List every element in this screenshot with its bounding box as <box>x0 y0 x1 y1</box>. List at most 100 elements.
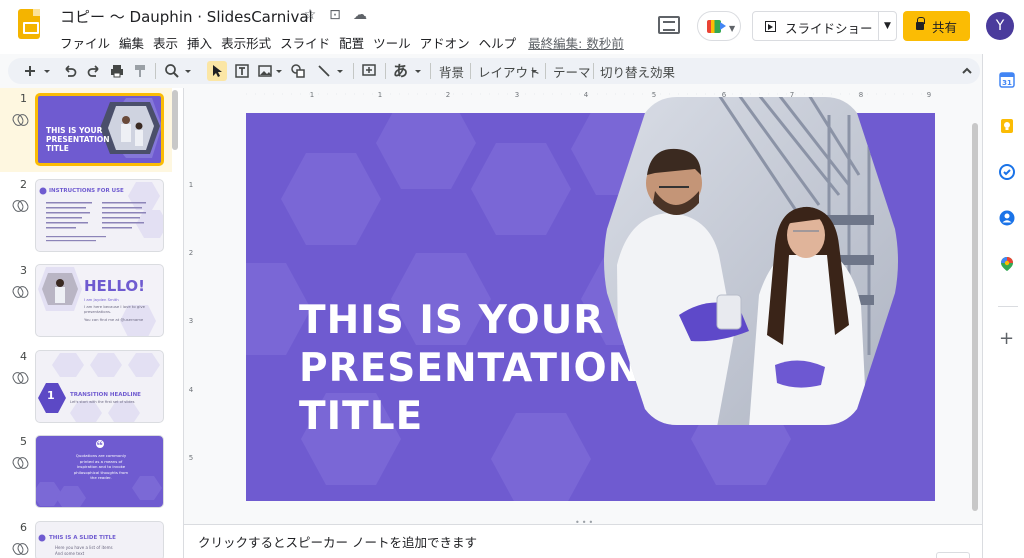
slide-number: 6 <box>20 521 27 534</box>
slide-title-line-3: TITLE <box>299 394 424 439</box>
slide-thumbnail-5[interactable]: 66 Quotations are commonly printed as a … <box>35 435 164 508</box>
new-slide-plus-icon[interactable] <box>22 63 38 79</box>
account-avatar[interactable]: Y <box>986 12 1014 40</box>
shape-icon[interactable] <box>290 63 306 79</box>
lab-photo-hexagon[interactable] <box>599 95 903 427</box>
slide-5-thumb-quote: Quotations are commonly printed as a mea… <box>73 453 129 480</box>
ruler-h-label-9: 9 <box>927 91 931 98</box>
ruler-h-label-1: 1 <box>378 91 382 98</box>
comment-history-icon[interactable] <box>658 16 680 34</box>
cloud-status-icon[interactable]: ☁ <box>352 7 368 23</box>
explore-tab[interactable] <box>936 552 970 558</box>
app-header: コピー 〜 Dauphin · SlidesCarnival ☆ ⊡ ☁ ファイ… <box>0 0 1024 54</box>
speaker-notes-placeholder[interactable]: クリックするとスピーカー ノートを追加できます <box>198 532 477 551</box>
select-cursor-icon[interactable] <box>209 63 225 79</box>
slides-logo-icon[interactable] <box>18 9 40 39</box>
present-icon <box>765 21 776 32</box>
menu-arrange[interactable]: 配置 <box>339 33 364 52</box>
line-icon[interactable] <box>316 63 332 79</box>
slide-thumbnail-3[interactable]: HELLO! I am Jayden Smith I am here becau… <box>35 264 164 337</box>
transition-button[interactable]: 切り替え効果 <box>600 62 675 81</box>
share-button[interactable]: 共有 <box>903 11 970 41</box>
side-panel: 31 + <box>982 54 1024 558</box>
last-edit-link[interactable]: 最終編集: 数秒前 <box>528 33 624 52</box>
menu-addons[interactable]: アドオン <box>420 33 470 52</box>
slide-3-thumb-title: HELLO! <box>84 277 145 295</box>
linked-slide-icon <box>13 114 27 124</box>
text-box-icon[interactable] <box>234 63 250 79</box>
linked-slide-icon <box>13 457 27 467</box>
slide-number: 1 <box>20 92 27 105</box>
slide-filmstrip: 1 THIS IS YOUR PRESENTATION TITLE 2 INST… <box>0 88 184 558</box>
menu-edit[interactable]: 編集 <box>119 33 144 52</box>
keep-icon[interactable] <box>999 118 1015 134</box>
menu-view[interactable]: 表示 <box>153 33 178 52</box>
ruler-h-label-2: 2 <box>446 91 450 98</box>
filmstrip-scrollbar[interactable] <box>172 90 178 150</box>
theme-button[interactable]: テーマ <box>553 62 591 81</box>
speaker-notes-panel[interactable]: クリックするとスピーカー ノートを追加できます <box>184 524 982 558</box>
redo-icon[interactable] <box>86 63 102 79</box>
star-icon[interactable]: ☆ <box>302 7 318 23</box>
ruler-v-label-3: 4 <box>189 386 194 394</box>
background-button[interactable]: 背景 <box>439 62 464 81</box>
zoom-icon[interactable] <box>164 63 180 79</box>
vertical-ruler[interactable]: 1 2 3 4 5 <box>187 113 195 501</box>
linked-slide-icon <box>13 372 27 382</box>
meet-button[interactable]: ▼ <box>697 11 741 41</box>
menu-format[interactable]: 表示形式 <box>221 33 271 52</box>
menu-slide[interactable]: スライド <box>280 33 330 52</box>
canvas-scrollbar[interactable] <box>972 123 978 511</box>
slide-3-thumb-subtitle: I am Jayden Smith <box>84 297 119 302</box>
slide-title-line-2: PRESENTATION <box>299 346 642 391</box>
slide-4-thumb-title: TRANSITION HEADLINE <box>70 392 141 398</box>
new-slide-chevron-icon[interactable] <box>42 63 52 79</box>
image-chevron-icon[interactable] <box>274 63 284 79</box>
add-comment-icon[interactable] <box>361 63 377 79</box>
slide-title[interactable]: THIS IS YOUR PRESENTATION TITLE <box>299 297 641 441</box>
collapse-menus-chevron-up-icon[interactable] <box>959 63 975 79</box>
paint-format-icon[interactable] <box>132 63 148 79</box>
line-chevron-icon[interactable] <box>335 63 345 79</box>
get-addons-plus-icon[interactable]: + <box>999 328 1014 349</box>
maps-icon[interactable] <box>999 256 1015 272</box>
linked-slide-icon <box>13 543 27 553</box>
print-icon[interactable] <box>109 63 125 79</box>
slide-4-thumb-badge: 1 <box>47 389 55 402</box>
ruler-h-label-0: 1 <box>310 91 314 98</box>
slide-number: 2 <box>20 178 27 191</box>
menu-file[interactable]: ファイル <box>60 33 110 52</box>
layout-chevron-icon[interactable] <box>529 63 539 79</box>
slide-thumbnail-1[interactable]: THIS IS YOUR PRESENTATION TITLE <box>35 93 164 166</box>
contacts-icon[interactable] <box>999 210 1015 226</box>
tasks-icon[interactable] <box>999 164 1015 180</box>
move-folder-icon[interactable]: ⊡ <box>327 7 343 23</box>
calendar-icon[interactable]: 31 <box>999 72 1015 88</box>
slide-6-thumb-title: THIS IS A SLIDE TITLE <box>49 535 116 541</box>
text-style-button[interactable]: あ <box>393 60 408 81</box>
ruler-h-label-3: 3 <box>515 91 519 98</box>
slide-3-thumb-line: I am here because I love to give present… <box>84 304 145 314</box>
lock-icon <box>916 17 925 30</box>
slideshow-options-chevron-icon[interactable]: ▼ <box>884 21 891 31</box>
zoom-chevron-icon[interactable] <box>183 63 193 79</box>
slide-number: 3 <box>20 264 27 277</box>
ruler-v-label-4: 5 <box>189 454 193 462</box>
ruler-h-label-4: 4 <box>584 91 589 98</box>
slide-number: 4 <box>20 350 27 363</box>
slide-thumbnail-4[interactable]: 1 TRANSITION HEADLINE Let's start with t… <box>35 350 164 423</box>
slide-6-thumb-line: Here you have a list of items <box>55 545 113 550</box>
menu-help[interactable]: ヘルプ <box>479 33 517 52</box>
menu-tools[interactable]: ツール <box>373 33 411 52</box>
ruler-v-label-1: 2 <box>189 249 193 257</box>
document-title[interactable]: コピー 〜 Dauphin · SlidesCarnival <box>60 6 313 27</box>
text-style-chevron-icon[interactable] <box>413 63 423 79</box>
image-icon[interactable] <box>257 63 273 79</box>
slide-1-thumb-title: THIS IS YOUR PRESENTATION TITLE <box>46 126 110 153</box>
undo-icon[interactable] <box>62 63 78 79</box>
chevron-down-icon: ▼ <box>729 24 736 33</box>
menu-insert[interactable]: 挿入 <box>187 33 212 52</box>
slide-thumbnail-6[interactable]: THIS IS A SLIDE TITLE Here you have a li… <box>35 521 164 558</box>
slideshow-button[interactable]: スライドショー ▼ <box>752 11 897 41</box>
slide-thumbnail-2[interactable]: INSTRUCTIONS FOR USE <box>35 179 164 252</box>
